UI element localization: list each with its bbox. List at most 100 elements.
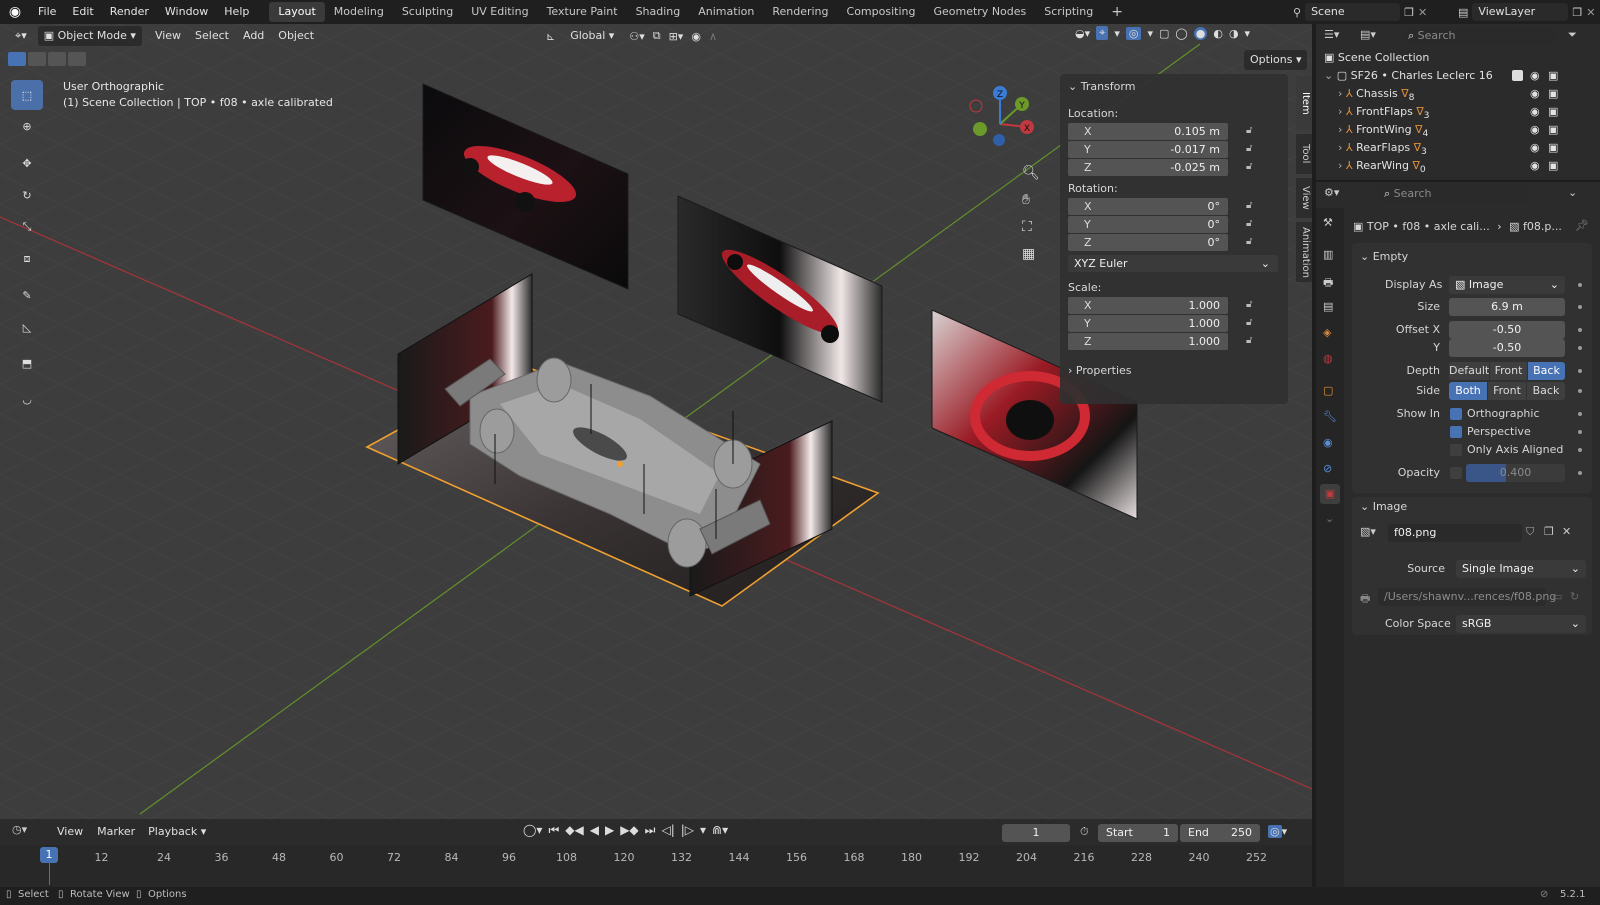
options-dropdown[interactable]: Options ▾ [1244,50,1308,70]
mode-selector[interactable]: ▣ Object Mode ▾ [37,26,142,46]
overlay-toggle-icon[interactable]: ◎ [1125,26,1142,40]
outliner-item-row[interactable]: › ⅄ FrontWing ∇4 ◉ ▣ [1316,121,1600,139]
keying-dropdown-icon[interactable]: ▾ [700,823,706,838]
menu-window[interactable]: Window [157,0,216,24]
chevron-right-icon[interactable]: › [1338,159,1342,172]
color-space-dropdown[interactable]: sRGB ⌄ [1456,615,1586,633]
image-browse-icon[interactable]: ▧▾ [1360,525,1376,538]
chevron-down-icon[interactable]: ⌄ [1568,186,1577,199]
sidebar-tab-animation[interactable]: Animation [1296,222,1312,282]
shading-dropdown-icon[interactable]: ▾ [1245,27,1251,40]
transform-orientation-dropdown[interactable]: Global ▾ [563,26,621,46]
ortho-grid-icon[interactable]: ▦ [1022,241,1040,268]
current-frame-field[interactable]: 1 [1002,824,1070,842]
lock-icon[interactable]: 🔓︎ [1246,317,1256,329]
play-icon[interactable]: ▶ [605,823,614,838]
outliner-root-row[interactable]: ▣ Scene Collection [1316,49,1600,67]
data-tab-image-icon[interactable]: ▣ [1320,484,1340,504]
auto-keying-icon[interactable]: ◯▾ [523,823,542,838]
side-front-button[interactable]: Front [1488,382,1526,400]
filter-icon[interactable]: ⏷ [1568,28,1577,42]
navigation-gizmo[interactable]: X Y Z [960,84,1040,164]
pivot-point-icon[interactable]: ⚇▾ [629,30,644,43]
lock-icon[interactable]: 🔓︎ [1246,143,1256,155]
view-layer-tab-icon[interactable]: ▤ [1323,300,1333,313]
start-frame-field[interactable]: Start 1 [1098,824,1178,842]
unlink-image-icon[interactable]: ✕ [1562,525,1571,538]
sidebar-tab-item[interactable]: Item [1296,76,1312,130]
chevron-right-icon[interactable]: › [1338,123,1342,136]
eye-icon[interactable]: ◉ [1530,67,1540,85]
select-mode-intersect-icon[interactable] [68,52,86,66]
lock-icon[interactable]: 🔓︎ [1246,200,1256,212]
tab-geometry-nodes[interactable]: Geometry Nodes [924,2,1035,22]
proportional-edit-icon[interactable]: ◉ [691,30,701,43]
select-box-tool[interactable]: ⬚ [11,80,43,110]
gizmo-toggle-icon[interactable]: ⌖ [1096,26,1109,40]
eye-icon[interactable]: ◉ [1530,157,1540,175]
output-tab-icon[interactable]: 🖶︎ [1323,274,1333,293]
measure-tool[interactable]: ◺ [11,312,43,342]
animate-dot[interactable] [1578,448,1582,452]
rotation-mode-dropdown[interactable]: XYZ Euler ⌄ [1068,255,1278,272]
move-tool[interactable]: ✥ [11,148,43,178]
tab-layout[interactable]: Layout [269,2,325,22]
constraints-tab-icon[interactable]: ⊘ [1323,462,1332,475]
eye-icon[interactable]: ◉ [1530,103,1540,121]
tab-modeling[interactable]: Modeling [325,2,393,22]
shading-material-icon[interactable]: ◐ [1213,27,1223,40]
extra-tool[interactable]: ◡ [11,384,43,414]
world-tab-icon[interactable]: ◍ [1323,352,1333,365]
preview-range-icon[interactable]: ⏱ [1080,825,1089,839]
scale-z-field[interactable]: Z 1.000 [1068,333,1228,350]
orthographic-checkbox[interactable] [1450,408,1462,420]
tab-sculpting[interactable]: Sculpting [393,2,462,22]
menu-help[interactable]: Help [216,0,257,24]
camera-icon[interactable]: ▣ [1548,103,1558,121]
shading-rendered-icon[interactable]: ◑ [1229,27,1239,40]
offset-x-field[interactable]: -0.50 [1449,321,1565,339]
tab-scripting[interactable]: Scripting [1035,2,1102,22]
timeline-ruler[interactable]: 12 24 36 48 60 72 84 96 108 120 132 144 156 168 180 192… [0,845,1312,887]
select-mode-extend-icon[interactable] [28,52,46,66]
falloff-icon[interactable]: ∧ [709,30,717,43]
chevron-right-icon[interactable]: › [1338,141,1342,154]
outliner-editor-type-icon[interactable]: ☰▾ [1324,28,1339,41]
offset-y-field[interactable]: -0.50 [1449,339,1565,357]
lock-icon[interactable]: 🔓︎ [1246,218,1256,230]
location-x-field[interactable]: X 0.105 m [1068,123,1228,140]
physics-tab-icon[interactable]: ◉ [1323,436,1333,449]
snap-icon[interactable]: ⧉ [653,29,661,43]
camera-view-icon[interactable]: ⛶ [1022,214,1040,241]
lock-icon[interactable]: 🔓︎ [1246,236,1256,248]
cursor-tool[interactable]: ⊕ [11,111,43,141]
eye-icon[interactable]: ◉ [1530,85,1540,103]
outliner-collection-row[interactable]: ⌄ ▢ SF26 • Charles Leclerc 16 ◉ ▣ [1316,67,1600,85]
perspective-checkbox[interactable] [1450,426,1462,438]
lock-icon[interactable]: 🔓︎ [1246,125,1256,137]
pan-hand-icon[interactable]: ✋︎ [1022,187,1040,214]
scale-y-field[interactable]: Y 1.000 [1068,315,1228,332]
prev-keyframe-icon[interactable]: ◆◀ [565,823,583,838]
location-y-field[interactable]: Y -0.017 m [1068,141,1228,158]
play-reverse-icon[interactable]: ◀ [590,823,599,838]
depth-back-button[interactable]: Back [1528,362,1565,380]
menu-file[interactable]: File [30,0,64,24]
animate-dot[interactable] [1578,305,1582,309]
modifier-tab-icon[interactable]: 🔧︎ [1323,410,1337,423]
reload-icon[interactable]: ↻ [1570,590,1579,603]
camera-icon[interactable]: ▣ [1548,67,1558,85]
render-tab-icon[interactable]: ▥ [1323,248,1333,261]
shading-solid-icon[interactable]: ● [1193,26,1208,40]
outliner-search-input[interactable]: ⌕ Search [1402,27,1557,45]
add-cube-tool[interactable]: ⬒ [11,348,43,378]
depth-default-button[interactable]: Default [1449,362,1489,380]
new-scene-icon[interactable]: ❐ [1404,6,1414,19]
jump-end-icon[interactable]: ⏭ [645,823,656,838]
side-both-button[interactable]: Both [1449,382,1487,400]
folder-icon[interactable]: ▭ [1552,590,1562,603]
sync-icon[interactable]: ◎ ▾ [1268,825,1287,838]
scene-tab-icon[interactable]: ◈ [1323,326,1331,339]
add-workspace-button[interactable]: + [1102,2,1132,22]
properties-editor-type-icon[interactable]: ⚙▾ [1324,186,1339,199]
